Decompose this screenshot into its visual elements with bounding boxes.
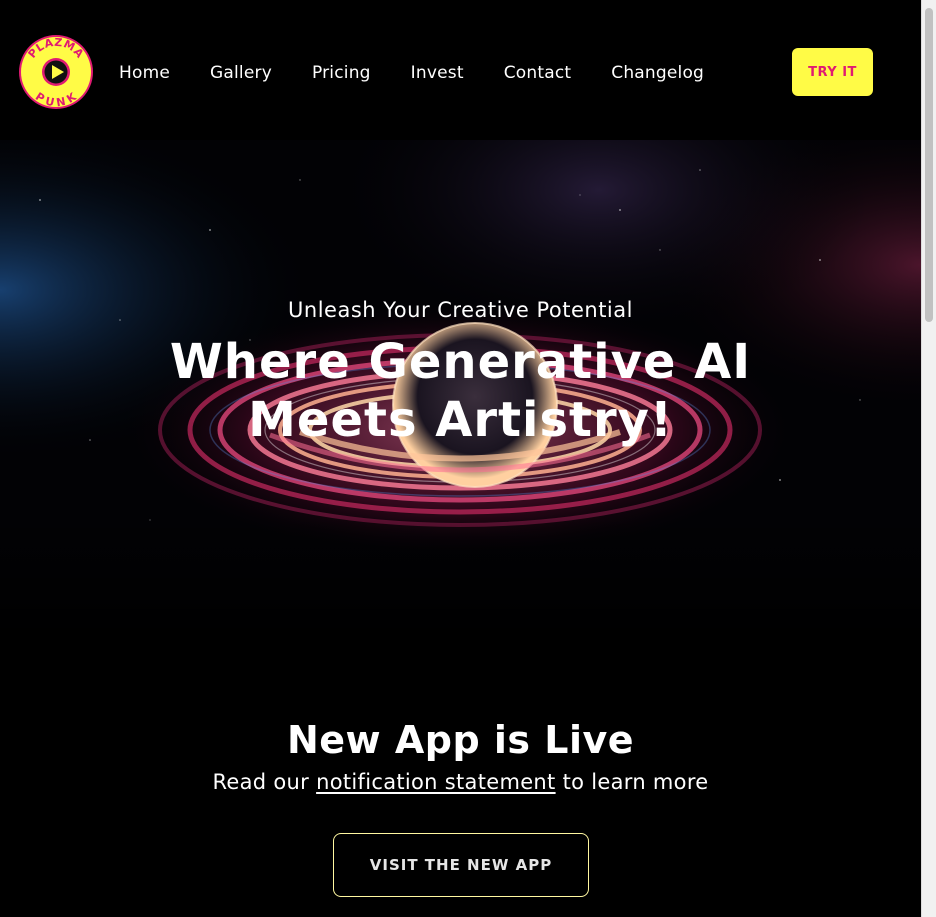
nav-contact[interactable]: Contact [504,62,572,84]
scrollbar-thumb[interactable] [925,8,933,322]
nav-changelog[interactable]: Changelog [611,62,704,84]
announcement-text: Read our notification statement to learn… [0,770,921,794]
main-nav: Home Gallery Pricing Invest Contact Chan… [119,62,704,84]
announcement-text-before: Read our [212,770,310,794]
page-scrollbar[interactable] [921,0,936,917]
brand-logo[interactable]: PLAZMA PUNK [18,34,94,110]
notification-statement-link[interactable]: notification statement [316,770,556,794]
announcement-text-after: to learn more [562,770,709,794]
hero-subtitle: Unleash Your Creative Potential [288,298,633,322]
hero-title: Where Generative AI Meets Artistry! [169,334,752,448]
nav-home[interactable]: Home [119,62,170,84]
play-logo-icon: PLAZMA PUNK [19,35,93,109]
page: PLAZMA PUNK Home Gallery Pricing Invest … [0,0,921,917]
announcement-title: New App is Live [286,718,635,762]
nav-invest[interactable]: Invest [411,62,464,84]
visit-new-app-button[interactable]: VISIT THE NEW APP [333,833,589,897]
nav-gallery[interactable]: Gallery [210,62,272,84]
nav-pricing[interactable]: Pricing [312,62,371,84]
try-it-button[interactable]: TRY IT [792,48,873,96]
